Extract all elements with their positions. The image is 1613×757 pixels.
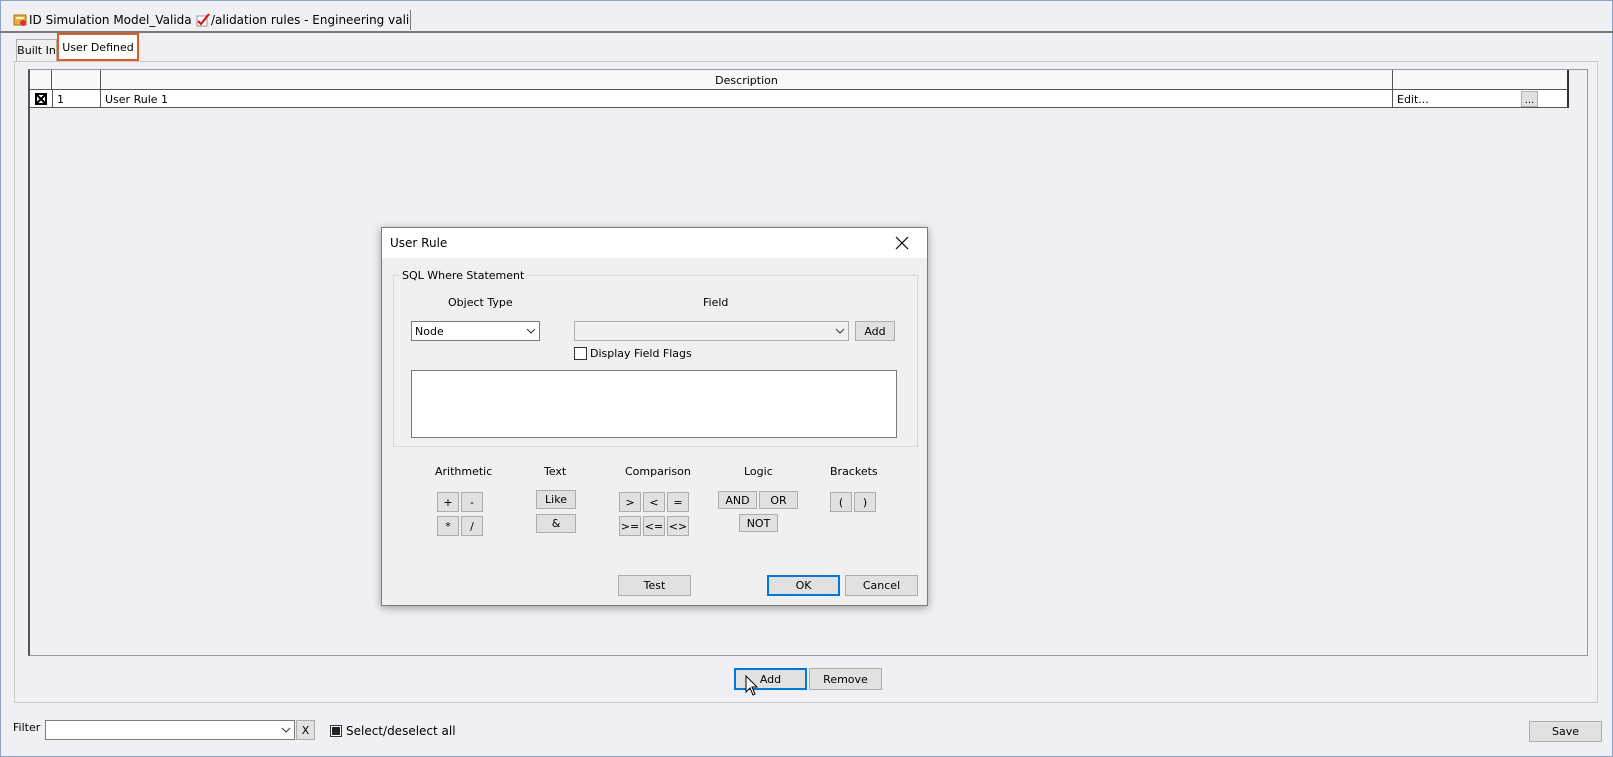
sql-text-area[interactable] [411,370,897,438]
close-bracket-button[interactable]: ) [854,492,876,512]
row-description[interactable]: User Rule 1 [101,90,1393,108]
and-button[interactable]: AND [718,491,757,509]
greater-equal-button[interactable]: >= [619,516,641,536]
minus-button[interactable]: - [461,492,483,512]
or-button[interactable]: OR [759,491,798,509]
logic-label: Logic [744,465,773,478]
document-tab-label: ID Simulation Model_Validatior [29,13,191,27]
not-equal-button[interactable]: <> [667,516,689,536]
object-type-combo[interactable]: Node [411,321,540,341]
not-button[interactable]: NOT [739,514,778,532]
filter-label: Filter [13,721,41,734]
dialog-title: User Rule [390,236,448,250]
filter-combo[interactable] [45,720,295,740]
greater-than-button[interactable]: > [619,492,641,512]
header-cell-description[interactable]: Description [101,70,1393,90]
multiply-button[interactable]: * [437,516,459,536]
close-icon[interactable] [893,234,911,252]
concat-button[interactable]: & [536,514,576,533]
test-button[interactable]: Test [618,575,691,596]
document-tab-underline [0,31,1613,33]
sql-where-group-label: SQL Where Statement [400,269,527,282]
chevron-down-icon[interactable] [281,721,291,739]
grid-header: Description [30,70,1569,90]
document-tab-validation-rules[interactable]: /alidation rules - Engineering validatio [196,10,411,30]
row-edit-cell[interactable]: Edit... [1393,90,1519,108]
database-icon [13,13,27,27]
display-field-flags-label: Display Field Flags [590,347,692,360]
dialog-title-bar: User Rule [382,228,927,258]
row-select-checkbox[interactable] [35,93,47,105]
cancel-button[interactable]: Cancel [845,575,918,596]
select-all-label: Select/deselect all [346,724,456,738]
document-tab-simulation-model[interactable]: ID Simulation Model_Validatior [13,10,191,30]
chevron-down-icon[interactable] [526,322,536,340]
tab-user-defined[interactable]: User Defined [57,33,139,61]
row-ellipsis-button[interactable]: ... [1521,91,1538,107]
plus-button[interactable]: + [437,492,459,512]
text-label: Text [544,465,567,478]
user-rule-dialog: User Rule SQL Where Statement Object Typ… [381,227,928,606]
like-button[interactable]: Like [536,490,576,509]
tab-built-in[interactable]: Built In [16,39,57,61]
display-field-flags-checkbox[interactable] [574,347,587,360]
checkbox-indeterminate-fill [332,727,340,735]
ok-button[interactable]: OK [767,575,840,596]
field-label: Field [703,296,729,309]
mouse-cursor-icon [745,674,759,697]
document-tab-label: /alidation rules - Engineering validatio [211,13,410,27]
equals-button[interactable]: = [667,492,689,512]
checkbox-cross-icon [36,94,46,104]
less-than-button[interactable]: < [643,492,665,512]
remove-rule-button[interactable]: Remove [809,668,882,690]
select-all-checkbox[interactable] [330,725,342,737]
divide-button[interactable]: / [461,516,483,536]
header-cell-select [30,70,52,90]
open-bracket-button[interactable]: ( [830,492,852,512]
add-field-button[interactable]: Add [855,321,895,341]
table-row[interactable]: 1 User Rule 1 Edit... ... [30,90,1569,108]
less-equal-button[interactable]: <= [643,516,665,536]
field-combo[interactable] [574,321,849,341]
comparison-label: Comparison [625,465,691,478]
brackets-label: Brackets [830,465,878,478]
header-cell-number [52,70,101,90]
row-number: 1 [52,90,101,108]
save-button[interactable]: Save [1529,721,1602,742]
clear-filter-button[interactable]: X [296,720,315,740]
arithmetic-label: Arithmetic [435,465,493,478]
chevron-down-icon[interactable] [835,322,845,340]
checkmark-icon [196,13,210,27]
object-type-label: Object Type [448,296,513,309]
